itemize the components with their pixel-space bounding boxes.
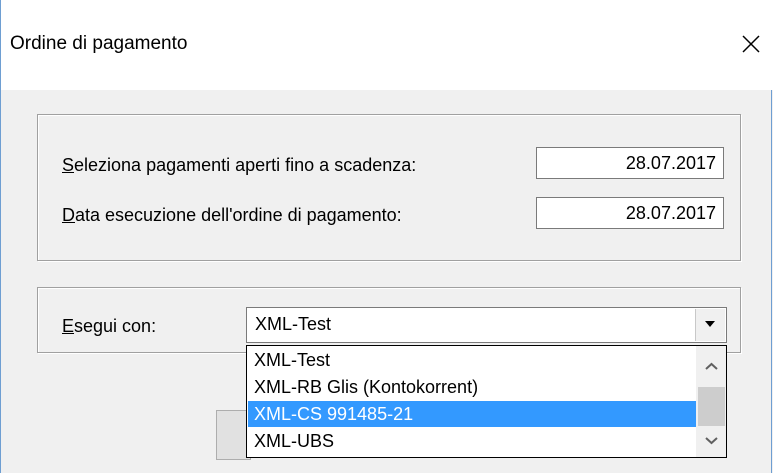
combo-value: XML-Test bbox=[255, 314, 332, 334]
execution-date-label: Data esecuzione dell'ordine di pagamento… bbox=[62, 205, 402, 225]
close-icon[interactable] bbox=[737, 30, 765, 58]
open-payments-label: Seleziona pagamenti aperti fino a scaden… bbox=[62, 155, 417, 175]
scrollbar-thumb[interactable] bbox=[698, 387, 725, 426]
execution-date-field[interactable]: 28.07.2017 bbox=[536, 197, 724, 229]
scroll-down-icon[interactable] bbox=[697, 428, 726, 454]
list-item[interactable]: XML-RB Glis (Kontokorrent) bbox=[248, 374, 698, 400]
combo-dropdown-list: XML-Test XML-RB Glis (Kontokorrent) XML-… bbox=[246, 345, 727, 458]
vertical-scrollbar[interactable] bbox=[696, 346, 726, 457]
title-bar: Ordine di pagamento bbox=[1, 0, 773, 90]
execute-with-label: Esegui con: bbox=[62, 316, 157, 336]
list-item-selected[interactable]: XML-CS 991485-21 bbox=[248, 401, 698, 427]
payment-order-dialog: Ordine di pagamento Seleziona pagamenti … bbox=[0, 0, 773, 473]
window-title: Ordine di pagamento bbox=[10, 33, 188, 54]
dates-group bbox=[37, 114, 741, 261]
scroll-up-icon[interactable] bbox=[697, 354, 726, 380]
list-item[interactable]: XML-Test bbox=[248, 347, 698, 373]
execute-with-combo[interactable]: XML-Test bbox=[246, 307, 727, 343]
list-item[interactable]: XML-UBS bbox=[248, 428, 698, 454]
chevron-down-icon[interactable] bbox=[695, 309, 725, 341]
due-date-field[interactable]: 28.07.2017 bbox=[536, 147, 724, 179]
